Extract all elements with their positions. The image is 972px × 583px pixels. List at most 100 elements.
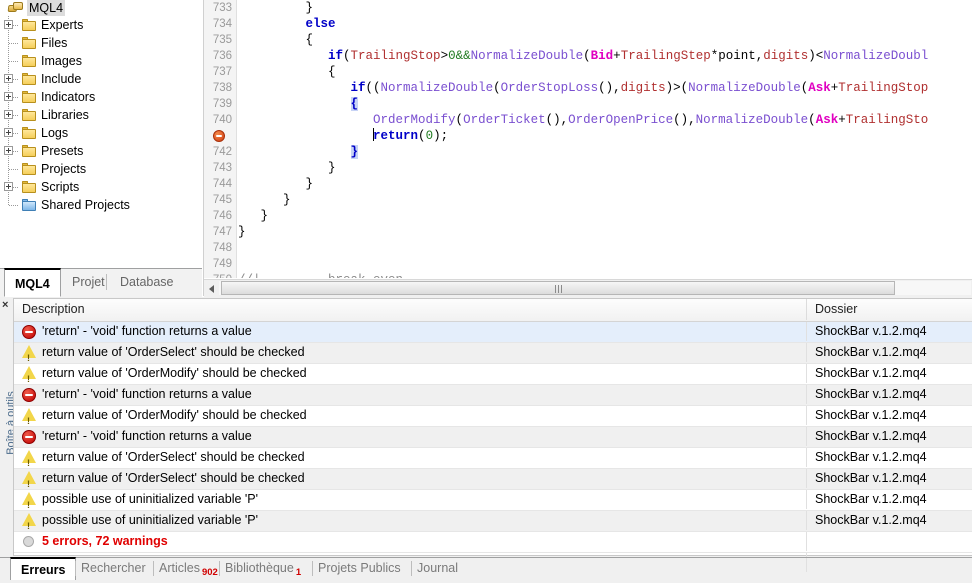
tree-root[interactable]: MQL4 — [0, 0, 202, 16]
code-line[interactable]: 734 else — [204, 16, 972, 32]
table-row[interactable]: possible use of uninitialized variable '… — [14, 490, 972, 511]
warning-icon — [22, 471, 36, 484]
folder-icon — [22, 145, 36, 157]
toolbox-tab-journal[interactable]: Journal — [417, 558, 458, 579]
code-line[interactable]: 750//|---------break even — [204, 272, 972, 278]
navigator-tab-database[interactable]: Database — [110, 269, 184, 295]
table-row[interactable]: possible use of uninitialized variable '… — [14, 511, 972, 532]
expand-icon[interactable] — [4, 128, 13, 137]
errors-grid-body[interactable]: 'return' - 'void' function returns a val… — [14, 322, 972, 573]
tree-item-images[interactable]: Images — [0, 52, 202, 70]
cell-dossier: ShockBar v.1.2.mq4 — [807, 343, 927, 362]
code-line[interactable]: 742 } — [204, 144, 972, 160]
tree-item-projects[interactable]: Projects — [0, 160, 202, 178]
code-line[interactable]: 733 } — [204, 0, 972, 16]
expand-icon[interactable] — [4, 146, 13, 155]
code-line[interactable]: return(0); — [204, 128, 972, 144]
line-number: 743 — [204, 160, 232, 176]
table-row[interactable]: return value of 'OrderSelect' should be … — [14, 343, 972, 364]
line-number: 742 — [204, 144, 232, 160]
toolbox-tab-articles[interactable]: Articles902 — [159, 558, 218, 579]
column-header-description[interactable]: Description — [14, 299, 806, 320]
toolbox-tab-separator — [312, 561, 313, 576]
code-line[interactable]: 740 OrderModify(OrderTicket(),OrderOpenP… — [204, 112, 972, 128]
toolbox-tab-journal-label: Journal — [417, 561, 458, 575]
expand-icon[interactable] — [4, 110, 13, 119]
code-line[interactable]: 746 } — [204, 208, 972, 224]
code-line[interactable]: 749 — [204, 256, 972, 272]
toolbox-tab-bibliotheque[interactable]: Bibliothèque1 — [225, 558, 301, 579]
code-view[interactable]: 733 }734 else735 {736 if(TrailingStop>0&… — [204, 0, 972, 278]
tree-item-experts[interactable]: Experts — [0, 16, 202, 34]
code-text: else — [238, 16, 336, 32]
tree-item-indicators[interactable]: Indicators — [0, 88, 202, 106]
tree-item-libraries[interactable]: Libraries — [0, 106, 202, 124]
toolbox-tab-erreurs[interactable]: Erreurs — [10, 557, 76, 580]
cell-dossier: ShockBar v.1.2.mq4 — [807, 511, 927, 530]
expand-icon[interactable] — [4, 20, 13, 29]
tree-item-logs[interactable]: Logs — [0, 124, 202, 142]
table-row[interactable]: 'return' - 'void' function returns a val… — [14, 427, 972, 448]
code-line[interactable]: 739 { — [204, 96, 972, 112]
code-line[interactable]: 735 { — [204, 32, 972, 48]
tree-item-include[interactable]: Include — [0, 70, 202, 88]
expand-icon[interactable] — [4, 92, 13, 101]
code-text: } — [238, 144, 358, 160]
error-description: return value of 'OrderSelect' should be … — [42, 469, 305, 488]
error-icon — [22, 430, 36, 444]
tree-item-scripts[interactable]: Scripts — [0, 178, 202, 196]
horizontal-scrollbar[interactable] — [204, 279, 972, 297]
scrollbar-thumb[interactable] — [221, 281, 895, 295]
cell-dossier: ShockBar v.1.2.mq4 — [807, 385, 927, 404]
table-row[interactable]: 'return' - 'void' function returns a val… — [14, 322, 972, 343]
code-line[interactable]: 743 } — [204, 160, 972, 176]
column-header-dossier[interactable]: Dossier — [807, 299, 972, 320]
navigator-tab-mql4[interactable]: MQL4 — [4, 268, 61, 297]
table-row[interactable]: return value of 'OrderSelect' should be … — [14, 448, 972, 469]
code-line[interactable]: 738 if((NormalizeDouble(OrderStopLoss(),… — [204, 80, 972, 96]
navigator-tree[interactable]: MQL4ExpertsFilesImagesIncludeIndicatorsL… — [0, 0, 202, 265]
code-line[interactable]: 747} — [204, 224, 972, 240]
cell-dossier — [807, 532, 815, 551]
cell-dossier: ShockBar v.1.2.mq4 — [807, 364, 927, 383]
code-editor[interactable]: 733 }734 else735 {736 if(TrailingStop>0&… — [203, 0, 972, 296]
error-description: possible use of uninitialized variable '… — [42, 490, 258, 509]
cell-description: return value of 'OrderModify' should be … — [14, 406, 806, 425]
code-line[interactable]: 744 } — [204, 176, 972, 192]
tree-item-presets[interactable]: Presets — [0, 142, 202, 160]
toolbox-tab-rechercher[interactable]: Rechercher — [81, 558, 146, 579]
table-row[interactable]: 'return' - 'void' function returns a val… — [14, 385, 972, 406]
toolbox-tab-projets-publics[interactable]: Projets Publics — [318, 558, 401, 579]
table-row[interactable]: return value of 'OrderSelect' should be … — [14, 469, 972, 490]
expand-icon[interactable] — [4, 74, 13, 83]
scroll-left-button[interactable] — [204, 280, 219, 296]
code-line[interactable]: 736 if(TrailingStop>0&&NormalizeDouble(B… — [204, 48, 972, 64]
code-line[interactable]: 737 { — [204, 64, 972, 80]
folder-icon — [22, 55, 36, 67]
tree-item-label: Files — [41, 34, 67, 52]
cell-description: 'return' - 'void' function returns a val… — [14, 427, 806, 446]
tree-item-shared-projects[interactable]: Shared Projects — [0, 196, 202, 214]
error-description: return value of 'OrderSelect' should be … — [42, 448, 305, 467]
breakpoint-icon[interactable] — [213, 130, 225, 142]
line-number: 747 — [204, 224, 232, 240]
toolbox-tab-articles-label: Articles — [159, 561, 200, 575]
scrollbar-grip-icon — [555, 285, 562, 293]
error-description: 'return' - 'void' function returns a val… — [42, 322, 252, 341]
expand-icon[interactable] — [4, 182, 13, 191]
table-row-summary[interactable]: 5 errors, 72 warnings — [14, 532, 972, 553]
cell-description: possible use of uninitialized variable '… — [14, 511, 806, 530]
table-row[interactable]: return value of 'OrderModify' should be … — [14, 406, 972, 427]
line-number: 745 — [204, 192, 232, 208]
tree-item-files[interactable]: Files — [0, 34, 202, 52]
cell-description: 'return' - 'void' function returns a val… — [14, 322, 806, 341]
toolbox-tab-separator — [411, 561, 412, 576]
code-text: { — [238, 32, 313, 48]
code-text: if(TrailingStop>0&&NormalizeDouble(Bid+T… — [238, 48, 928, 64]
table-row[interactable]: return value of 'OrderModify' should be … — [14, 364, 972, 385]
code-line[interactable]: 745 } — [204, 192, 972, 208]
code-line[interactable]: 748 — [204, 240, 972, 256]
cell-description: return value of 'OrderSelect' should be … — [14, 343, 806, 362]
errors-grid: Description Dossier 'return' - 'void' fu… — [13, 298, 972, 556]
close-icon[interactable]: × — [2, 299, 8, 311]
